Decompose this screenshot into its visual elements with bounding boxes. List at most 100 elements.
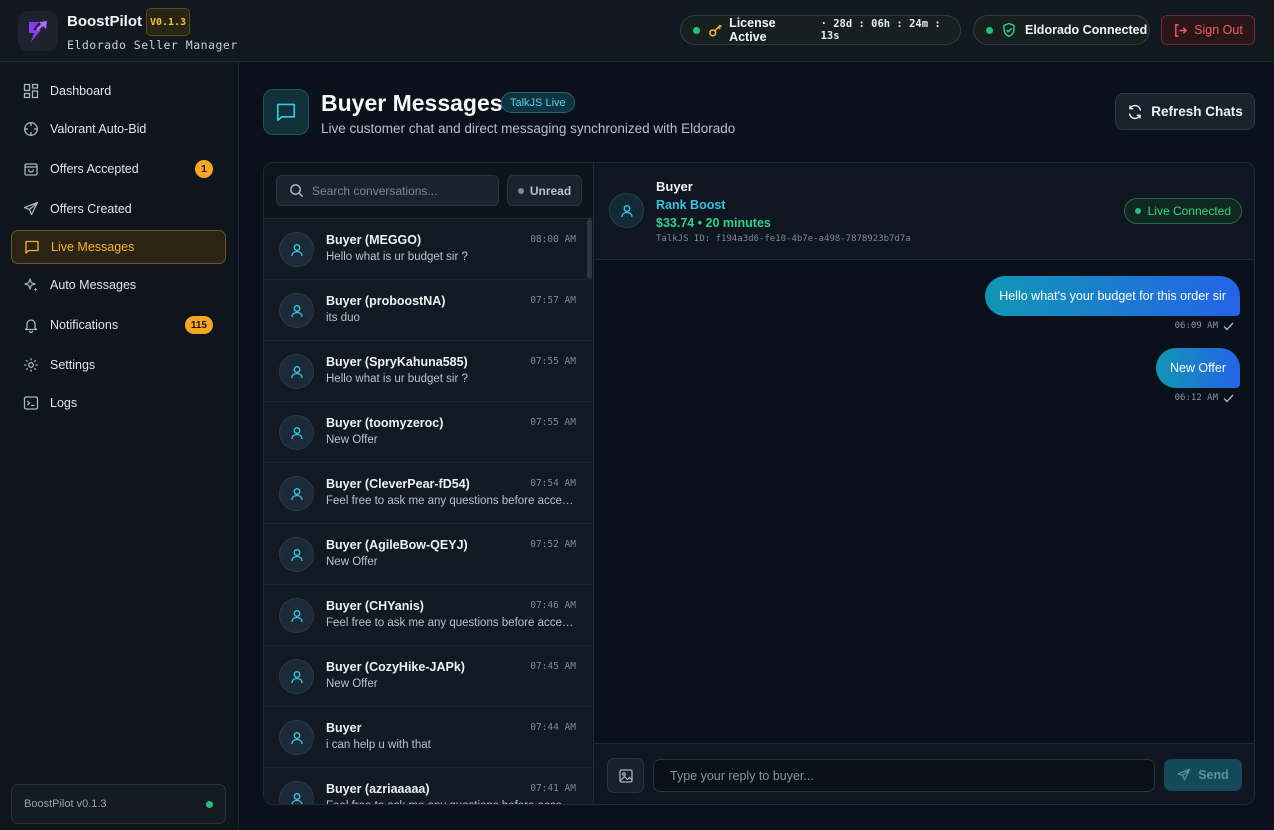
conversation-item[interactable]: Buyer (CleverPear-fD54) Feel free to ask … bbox=[264, 463, 593, 524]
conversation-name: Buyer (CozyHike-JAPk) bbox=[326, 660, 465, 674]
bag-icon bbox=[24, 163, 38, 176]
reply-input[interactable] bbox=[653, 759, 1155, 792]
user-icon bbox=[290, 731, 303, 744]
conversation-name: Buyer (toomyzeroc) bbox=[326, 416, 444, 430]
conversation-item[interactable]: Buyer (CozyHike-JAPk) New Offer 07:45 AM bbox=[264, 646, 593, 707]
message-square-icon bbox=[276, 103, 296, 122]
conversation-preview: its duo bbox=[326, 312, 360, 324]
sidebar-item-label: Live Messages bbox=[51, 240, 135, 254]
message-composer: Send bbox=[594, 743, 1254, 804]
user-icon bbox=[290, 670, 303, 683]
message-time: 06:09 AM bbox=[1174, 321, 1218, 331]
terminal-icon bbox=[23, 396, 39, 410]
user-icon bbox=[620, 204, 633, 217]
conversation-item[interactable]: Buyer (proboostNA) its duo 07:57 AM bbox=[264, 280, 593, 341]
conversation-item[interactable]: Buyer (MEGGO) Hello what is ur budget sir… bbox=[264, 219, 593, 280]
conversation-preview: i can help u with that bbox=[326, 739, 431, 751]
refresh-icon bbox=[1129, 104, 1142, 119]
buyer-avatar bbox=[279, 659, 314, 694]
buyer-avatar bbox=[279, 293, 314, 328]
conversation-item[interactable]: Buyer (azriaaaaa) Feel free to ask me any… bbox=[264, 768, 593, 804]
app-name: BoostPilot bbox=[67, 13, 142, 30]
conversation-time: 07:52 AM bbox=[530, 539, 576, 550]
user-icon bbox=[290, 548, 303, 561]
conversation-preview: Hello what is ur budget sir ? bbox=[326, 373, 468, 385]
refresh-chats-button[interactable]: Refresh Chats bbox=[1115, 93, 1255, 130]
offers-accepted-badge: 1 bbox=[195, 160, 213, 178]
sidebar-item-dashboard[interactable]: Dashboard bbox=[11, 74, 226, 108]
message-time: 06:12 AM bbox=[1174, 393, 1218, 403]
conversation-time: 07:54 AM bbox=[530, 478, 576, 489]
user-icon bbox=[290, 609, 303, 622]
sidebar-item-offers-created[interactable]: Offers Created bbox=[11, 192, 226, 226]
buyer-avatar bbox=[279, 598, 314, 633]
page-subtitle: Live customer chat and direct messaging … bbox=[321, 121, 736, 136]
conversation-preview: New Offer bbox=[326, 556, 378, 568]
sidebar-item-label: Dashboard bbox=[50, 84, 112, 98]
buyer-avatar bbox=[609, 193, 644, 228]
sign-out-button[interactable]: Sign Out bbox=[1161, 15, 1255, 45]
conversation-name: Buyer (SpryKahuna585) bbox=[326, 355, 468, 369]
conversation-item[interactable]: Buyer (CHYanis) Feel free to ask me any q… bbox=[264, 585, 593, 646]
conversation-time: 07:46 AM bbox=[530, 600, 576, 611]
page-title: Buyer Messages bbox=[321, 90, 503, 116]
sidebar-item-auto-messages[interactable]: Auto Messages bbox=[11, 268, 226, 302]
message-area: Hello what's your budget for this order … bbox=[594, 260, 1254, 743]
conversation-item[interactable]: Buyer (toomyzeroc) New Offer 07:55 AM bbox=[264, 402, 593, 463]
app-subtitle: Eldorado Seller Manager bbox=[67, 38, 238, 52]
conversation-preview: Hello what is ur budget sir ? bbox=[326, 251, 468, 263]
unread-label: Unread bbox=[529, 183, 572, 198]
conversation-time: 08:00 AM bbox=[530, 234, 576, 245]
license-label: License Active bbox=[729, 16, 776, 44]
key-icon bbox=[708, 24, 722, 37]
sidebar-item-notifications[interactable]: Notifications 115 bbox=[11, 308, 226, 342]
chat-panel: Unread Buyer (MEGGO) Hello what is ur bud… bbox=[263, 162, 1255, 805]
conversation-name: Buyer (CHYanis) bbox=[326, 599, 424, 613]
attach-image-button[interactable] bbox=[607, 758, 644, 793]
scrollbar-thumb[interactable] bbox=[587, 219, 592, 279]
chat-icon bbox=[25, 240, 39, 254]
conversation-time: 07:45 AM bbox=[530, 661, 576, 672]
conversation-item[interactable]: Buyer (SpryKahuna585) Hello what is ur bu… bbox=[264, 341, 593, 402]
send-icon bbox=[1177, 768, 1191, 781]
license-timer: · 28d : 06h : 24m : 13s bbox=[820, 18, 941, 42]
talkjs-live-badge: TalkJS Live bbox=[501, 92, 575, 113]
conversation-time: 07:41 AM bbox=[530, 783, 576, 794]
sidebar-item-label: Offers Created bbox=[50, 202, 132, 216]
eldorado-label: Eldorado Connected bbox=[1025, 23, 1148, 37]
conversation-item[interactable]: Buyer i can help u with that 07:44 AM bbox=[264, 707, 593, 768]
send-label: Send bbox=[1198, 768, 1229, 782]
check-icon bbox=[1223, 394, 1234, 402]
license-status-dot bbox=[693, 26, 700, 34]
send-button[interactable]: Send bbox=[1164, 759, 1242, 791]
talkjs-id: TalkJS ID: f194a3d6-fe10-4b7e-a498-78789… bbox=[656, 234, 911, 244]
message-bubble: New Offer bbox=[1155, 348, 1240, 388]
sidebar-item-live-messages[interactable]: Live Messages bbox=[11, 230, 226, 264]
sidebar-item-offers-accepted[interactable]: Offers Accepted 1 bbox=[11, 152, 226, 186]
user-icon bbox=[290, 304, 303, 317]
eldorado-status-dot bbox=[986, 26, 993, 34]
conversation-time: 07:55 AM bbox=[530, 356, 576, 367]
conversation-preview: Feel free to ask me any questions before… bbox=[326, 800, 578, 804]
logout-icon bbox=[1175, 23, 1188, 37]
app-logo bbox=[18, 11, 58, 51]
search-box[interactable] bbox=[276, 175, 499, 206]
bell-icon bbox=[24, 319, 38, 333]
sidebar-item-settings[interactable]: Settings bbox=[11, 348, 226, 382]
send-icon bbox=[23, 201, 39, 216]
sidebar-item-logs[interactable]: Logs bbox=[11, 386, 226, 420]
gear-icon bbox=[24, 358, 38, 372]
sparkles-icon bbox=[24, 278, 38, 292]
user-icon bbox=[290, 243, 303, 256]
unread-filter-button[interactable]: Unread bbox=[507, 175, 582, 206]
search-input[interactable] bbox=[312, 183, 492, 198]
online-status-dot bbox=[206, 801, 213, 808]
crosshair-icon bbox=[24, 122, 38, 136]
sidebar-item-valorant-auto-bid[interactable]: Valorant Auto-Bid bbox=[11, 112, 226, 146]
sidebar-item-label: Notifications bbox=[50, 318, 119, 332]
eldorado-status-pill: Eldorado Connected bbox=[973, 15, 1150, 45]
conversation-name: Buyer (CleverPear-fD54) bbox=[326, 477, 470, 491]
user-icon bbox=[290, 426, 303, 439]
rocket-logo-icon bbox=[29, 21, 47, 42]
conversation-item[interactable]: Buyer (AgileBow-QEYJ) New Offer 07:52 AM bbox=[264, 524, 593, 585]
